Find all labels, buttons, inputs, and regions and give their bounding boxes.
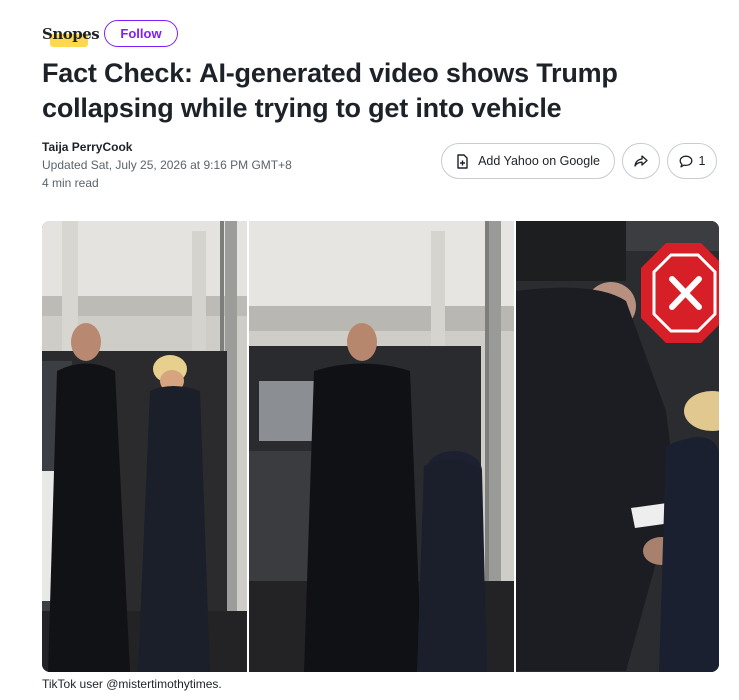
share-arrow-icon (634, 155, 648, 167)
video-frame-1 (42, 221, 247, 672)
article-image[interactable] (42, 221, 719, 672)
video-frame-3 (516, 221, 719, 672)
article-title: Fact Check: AI-generated video shows Tru… (42, 58, 618, 123)
header: Snopes (42, 20, 100, 50)
add-yahoo-on-google-button[interactable]: Add Yahoo on Google (441, 143, 615, 179)
snopes-logo[interactable]: Snopes (42, 21, 100, 49)
frame-divider (514, 221, 516, 672)
frame-divider (247, 221, 249, 672)
video-frame-2 (249, 221, 514, 672)
comment-count: 1 (698, 154, 706, 168)
add-document-icon (457, 153, 468, 169)
comments-button[interactable]: 1 (667, 143, 717, 179)
updated-timestamp: Updated Sat, July 25, 2026 at 9:16 PM GM… (42, 158, 292, 172)
author-name[interactable]: Taija PerryCook (42, 140, 132, 154)
share-button[interactable] (622, 143, 660, 179)
follow-button[interactable]: Follow (104, 20, 178, 47)
add-yahoo-label: Add Yahoo on Google (478, 154, 600, 168)
read-time: 4 min read (42, 176, 99, 190)
image-caption: TikTok user @mistertimothytimes. (42, 677, 222, 691)
comment-bubble-icon (679, 155, 692, 167)
logo-text: Snopes (42, 25, 100, 43)
red-x-octagon-icon (641, 243, 719, 343)
